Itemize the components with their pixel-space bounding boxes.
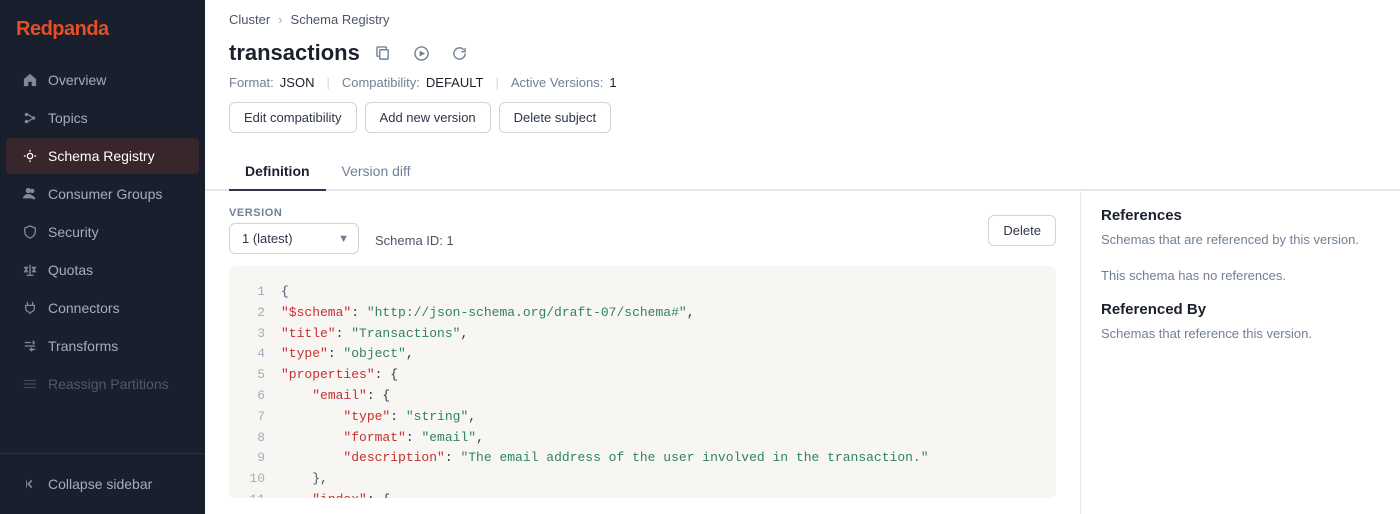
users-icon: [22, 186, 38, 202]
edit-compatibility-button[interactable]: Edit compatibility: [229, 102, 357, 133]
sidebar-item-topics[interactable]: Topics: [6, 100, 199, 136]
code-line: 1 {: [245, 282, 1040, 303]
tab-definition[interactable]: Definition: [229, 153, 326, 191]
breadcrumb-current: Schema Registry: [291, 12, 390, 27]
action-row: Edit compatibility Add new version Delet…: [229, 98, 1376, 141]
chevron-left-icon: [22, 476, 38, 492]
collapse-label: Collapse sidebar: [48, 476, 152, 492]
sidebar-item-label: Schema Registry: [48, 148, 155, 164]
code-line: 3 "title": "Transactions",: [245, 324, 1040, 345]
sidebar-item-label: Connectors: [48, 300, 120, 316]
code-line: 9 "description": "The email address of t…: [245, 448, 1040, 469]
schema-id-value: 1: [447, 233, 454, 248]
code-line: 8 "format": "email",: [245, 428, 1040, 449]
topics-icon: [22, 110, 38, 126]
delete-subject-button[interactable]: Delete subject: [499, 102, 611, 133]
code-line: 4 "type": "object",: [245, 344, 1040, 365]
code-line: 2 "$schema": "http://json-schema.org/dra…: [245, 303, 1040, 324]
collapse-sidebar-button[interactable]: Collapse sidebar: [6, 466, 199, 502]
version-label: VERSION: [229, 207, 359, 219]
version-row: VERSION 1 (latest) ▼ Schema ID: 1 Delete: [229, 207, 1056, 254]
breadcrumb-cluster[interactable]: Cluster: [229, 12, 270, 27]
shield-icon: [22, 224, 38, 240]
plug-icon: [22, 300, 38, 316]
sidebar-item-label: Consumer Groups: [48, 186, 162, 202]
references-title: References: [1101, 207, 1380, 224]
sidebar-item-quotas[interactable]: Quotas: [6, 252, 199, 288]
format-label: Format:: [229, 75, 274, 90]
add-new-version-button[interactable]: Add new version: [365, 102, 491, 133]
sidebar: Redpanda Overview Topics: [0, 0, 205, 514]
version-select-container: 1 (latest) ▼: [229, 223, 359, 254]
page-header: transactions Format:: [205, 35, 1400, 153]
sidebar-item-reassign-partitions[interactable]: Reassign Partitions: [6, 366, 199, 402]
code-line: 6 "email": {: [245, 386, 1040, 407]
sidebar-item-schema-registry[interactable]: Schema Registry: [6, 138, 199, 174]
home-icon: [22, 72, 38, 88]
references-panel: References Schemas that are referenced b…: [1080, 191, 1400, 514]
sidebar-item-label: Quotas: [48, 262, 93, 278]
tabs-bar: Definition Version diff: [205, 153, 1400, 191]
code-line: 7 "type": "string",: [245, 407, 1040, 428]
compatibility-label: Compatibility:: [342, 75, 420, 90]
sidebar-item-connectors[interactable]: Connectors: [6, 290, 199, 326]
breadcrumb: Cluster › Schema Registry: [205, 0, 1400, 35]
logo-text: Redpanda: [16, 18, 109, 41]
version-select-wrapper: VERSION 1 (latest) ▼: [229, 207, 359, 254]
code-line: 5 "properties": {: [245, 365, 1040, 386]
schema-id: Schema ID: 1: [375, 233, 454, 248]
logo: Redpanda: [0, 0, 205, 57]
sidebar-nav: Overview Topics Schema Registry: [0, 57, 205, 453]
schema-icon: [22, 148, 38, 164]
compatibility-value: DEFAULT: [426, 75, 484, 90]
page-title: transactions: [229, 40, 360, 66]
referenced-by-text: Schemas that reference this version.: [1101, 324, 1380, 344]
sidebar-item-label: Reassign Partitions: [48, 376, 169, 392]
main-content: Cluster › Schema Registry transactions: [205, 0, 1400, 514]
code-line: 10 },: [245, 469, 1040, 490]
sidebar-item-label: Security: [48, 224, 99, 240]
scale-icon: [22, 262, 38, 278]
sidebar-item-label: Topics: [48, 110, 88, 126]
active-versions-label: Active Versions:: [511, 75, 604, 90]
schema-panel: VERSION 1 (latest) ▼ Schema ID: 1 Delete: [205, 191, 1080, 514]
content-area: VERSION 1 (latest) ▼ Schema ID: 1 Delete: [205, 191, 1400, 514]
refresh-button[interactable]: [446, 39, 474, 67]
sidebar-item-security[interactable]: Security: [6, 214, 199, 250]
delete-schema-button[interactable]: Delete: [988, 215, 1056, 246]
format-value: JSON: [280, 75, 315, 90]
sidebar-item-overview[interactable]: Overview: [6, 62, 199, 98]
no-references-text: This schema has no references.: [1101, 266, 1380, 286]
copy-button[interactable]: [370, 39, 398, 67]
code-block: 1 { 2 "$schema": "http://json-schema.org…: [229, 266, 1056, 498]
code-line: 11 "index": {: [245, 490, 1040, 498]
sidebar-item-label: Transforms: [48, 338, 118, 354]
reassign-icon: [22, 376, 38, 392]
schema-id-label: Schema ID:: [375, 233, 443, 248]
meta-row: Format: JSON | Compatibility: DEFAULT | …: [229, 75, 1376, 90]
version-select[interactable]: 1 (latest): [229, 223, 359, 254]
sidebar-footer: Collapse sidebar: [0, 453, 205, 514]
active-versions-value: 1: [609, 75, 616, 90]
sidebar-item-label: Overview: [48, 72, 106, 88]
tab-version-diff[interactable]: Version diff: [326, 153, 427, 191]
sidebar-item-transforms[interactable]: Transforms: [6, 328, 199, 364]
sidebar-item-consumer-groups[interactable]: Consumer Groups: [6, 176, 199, 212]
breadcrumb-separator: ›: [278, 12, 282, 27]
transform-icon: [22, 338, 38, 354]
referenced-by-title: Referenced By: [1101, 301, 1380, 318]
title-row: transactions: [229, 39, 1376, 67]
play-button[interactable]: [408, 39, 436, 67]
references-description: Schemas that are referenced by this vers…: [1101, 230, 1380, 250]
